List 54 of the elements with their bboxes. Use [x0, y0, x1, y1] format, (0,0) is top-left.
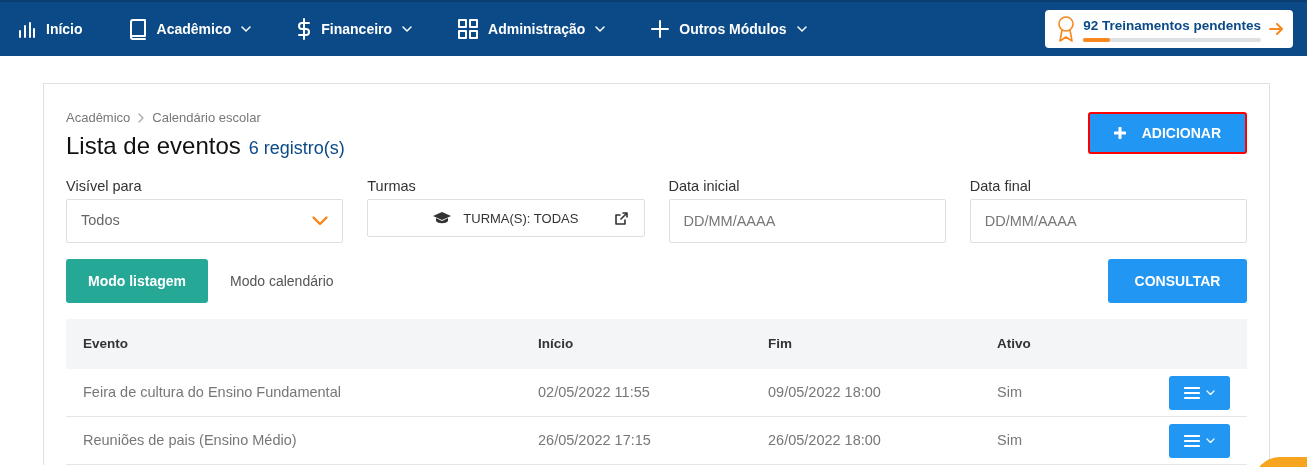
nav-menu-item[interactable]: Início	[18, 18, 83, 40]
date-field[interactable]: DD/MM/AAAA	[969, 199, 1247, 244]
book-icon	[128, 18, 147, 40]
menu-icon	[1184, 386, 1200, 399]
chevron-right-icon	[138, 112, 145, 123]
dollar-icon	[297, 18, 312, 40]
row-actions-button[interactable]	[1169, 423, 1230, 458]
chevron-down-icon	[1206, 390, 1215, 396]
chevron-down-icon	[312, 216, 329, 227]
table-cell-text: Sim	[997, 430, 1023, 450]
row-actions-button[interactable]	[1169, 375, 1230, 410]
date-field[interactable]: DD/MM/AAAA	[668, 199, 946, 244]
table-cell-text: Reuniões de pais (Ensino Médio)	[82, 430, 298, 450]
class-picker-button[interactable]: TURMA(S): TODAS	[367, 199, 645, 238]
select-field[interactable]: Todos	[66, 199, 344, 244]
field-label: Visível para	[66, 176, 143, 196]
table-cell-text: Sim	[997, 382, 1023, 402]
nav-menu-item[interactable]: Administração	[458, 18, 606, 40]
chevron-down-icon	[1206, 438, 1215, 444]
nav-menu-item[interactable]: Acadêmico	[128, 18, 252, 40]
award-icon	[1057, 16, 1076, 42]
field-label: Data inicial	[668, 176, 741, 196]
column-header: Ativo	[997, 335, 1032, 354]
plus-icon	[651, 20, 670, 38]
grid-icon	[458, 19, 479, 39]
breadcrumb-link[interactable]: Acadêmico	[66, 108, 131, 128]
chevron-down-icon	[796, 26, 807, 32]
record-count: 6 registro(s)	[248, 136, 345, 160]
view-mode-tab[interactable]: Modo calendário	[208, 259, 356, 304]
column-header: Fim	[768, 335, 793, 354]
nav-menu-item[interactable]: Outros Módulos	[651, 18, 807, 40]
table-cell-text: 09/05/2022 18:00	[768, 382, 882, 402]
table-cell-text: 26/05/2022 18:00	[768, 430, 882, 450]
nav-menu-item[interactable]: Financeiro	[297, 18, 413, 40]
field-label: Turmas	[367, 176, 417, 196]
training-banner[interactable]: 92 Treinamentos pendentes	[1045, 9, 1293, 49]
graduation-cap-icon	[433, 212, 452, 225]
breadcrumb-link[interactable]: Calendário escolar	[152, 108, 261, 128]
chevron-down-icon	[241, 26, 252, 32]
menu-icon	[1184, 434, 1200, 447]
bar-chart-icon	[18, 20, 36, 38]
column-header: Início	[538, 335, 575, 354]
page-title: Lista de eventos	[66, 131, 241, 161]
training-label: 92 Treinamentos pendentes	[1083, 16, 1261, 35]
chevron-down-icon	[402, 26, 413, 32]
chevron-down-icon	[595, 26, 606, 32]
table-cell-text: 02/05/2022 11:55	[538, 382, 651, 402]
plus-icon	[1113, 127, 1126, 139]
field-label: Data final	[969, 176, 1032, 196]
column-header: Evento	[82, 335, 129, 354]
table-cell-text: 26/05/2022 17:15	[538, 430, 652, 450]
table-cell-text: Feira de cultura do Ensino Fundamental	[82, 382, 342, 402]
external-link-icon	[614, 211, 628, 225]
arrow-right-icon	[1269, 23, 1283, 35]
